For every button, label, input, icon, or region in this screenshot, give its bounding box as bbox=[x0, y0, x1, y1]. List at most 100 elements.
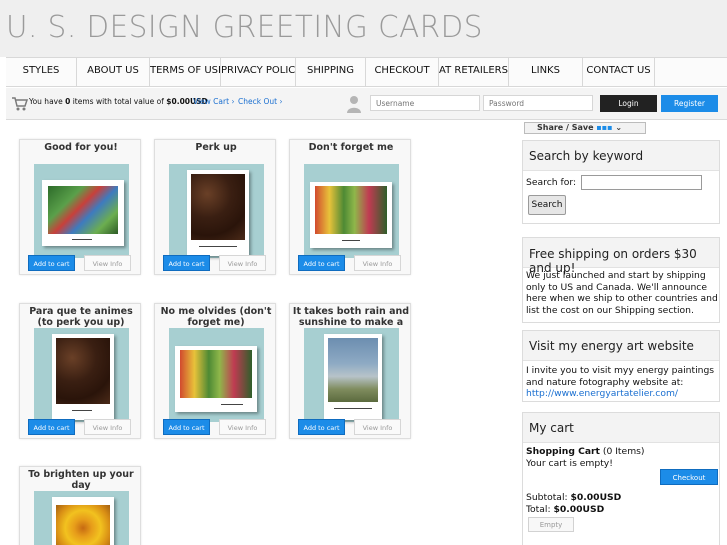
nav-item-shipping[interactable]: SHIPPING bbox=[296, 58, 366, 86]
cart-summary-mid: items with total value of bbox=[72, 97, 164, 106]
nav-item-at-retailers[interactable]: AT RETAILERS bbox=[439, 58, 509, 86]
view-info-button[interactable]: View Info bbox=[219, 419, 266, 435]
add-to-cart-button[interactable]: Add to cart bbox=[28, 255, 75, 271]
add-to-cart-button[interactable]: Add to cart bbox=[28, 419, 75, 435]
shopping-cart-heading: Shopping Cart bbox=[526, 446, 600, 457]
sunflower-image bbox=[56, 505, 110, 545]
nav-item-links[interactable]: LINKS bbox=[509, 58, 583, 86]
card-caption bbox=[342, 240, 360, 241]
product-title[interactable]: No me olvides (don't forget me) bbox=[157, 306, 275, 328]
product-title[interactable]: To brighten up your day bbox=[22, 469, 140, 491]
login-button[interactable]: Login bbox=[600, 95, 657, 112]
nav-item-checkout[interactable]: CHECKOUT bbox=[366, 58, 439, 86]
share-save-label: Share / Save bbox=[537, 123, 594, 132]
product-title[interactable]: Para que te animes (to perk you up) bbox=[22, 306, 140, 328]
product-card: Para que te animes (to perk you up) Add … bbox=[19, 303, 141, 439]
cart-items-count: (0 Items) bbox=[602, 446, 645, 457]
add-to-cart-button[interactable]: Add to cart bbox=[163, 419, 210, 435]
view-info-button[interactable]: View Info bbox=[354, 419, 401, 435]
energy-body: I invite you to visit myy energy paintin… bbox=[526, 365, 715, 388]
rainbow-image bbox=[328, 338, 378, 402]
check-out-label: Check Out bbox=[238, 97, 278, 106]
nav-item-about-us[interactable]: ABOUT US bbox=[77, 58, 150, 86]
widget-title: My cart bbox=[529, 421, 574, 435]
nav-item-terms-of-use[interactable]: TERMS OF USE bbox=[150, 58, 221, 86]
energy-text: I invite you to visit myy energy paintin… bbox=[526, 365, 718, 400]
cart-empty-message: Your cart is empty! bbox=[526, 458, 613, 469]
energy-widget: Visit my energy art website I invite you… bbox=[522, 330, 720, 402]
social-icons: ▪▪▪ bbox=[596, 123, 613, 132]
empty-cart-button[interactable]: Empty bbox=[528, 517, 574, 532]
product-title[interactable]: Perk up bbox=[157, 142, 275, 164]
product-card: No me olvides (don't forget me) Add to c… bbox=[154, 303, 276, 439]
widget-header: Free shipping on orders $30 and up! bbox=[523, 238, 719, 275]
energy-link[interactable]: http://www.energyartatelier.com/ bbox=[526, 388, 678, 399]
product-card: Don't forget me Add to cart View Info bbox=[289, 139, 411, 275]
market-flowers-photo[interactable] bbox=[304, 164, 399, 258]
flowers-photo[interactable] bbox=[34, 164, 129, 258]
product-card: To brighten up your day bbox=[19, 466, 141, 545]
add-to-cart-button[interactable]: Add to cart bbox=[298, 419, 345, 435]
search-label: Search for: bbox=[526, 177, 577, 188]
total-row: Total: $0.00USD bbox=[526, 504, 604, 516]
cart-heading: Shopping Cart (0 Items) bbox=[526, 446, 645, 458]
check-out-link[interactable]: Check Out › bbox=[238, 97, 282, 106]
nav-item-privacy-policy[interactable]: PRIVACY POLICY bbox=[221, 58, 296, 86]
product-card: Perk up Add to cart View Info bbox=[154, 139, 276, 275]
rainbow-photo[interactable] bbox=[304, 328, 399, 422]
shopping-cart-icon bbox=[12, 97, 28, 111]
product-title[interactable]: It takes both rain and sunshine to make … bbox=[292, 306, 410, 328]
nav-item-contact-us[interactable]: CONTACT US bbox=[583, 58, 655, 86]
coffee-beans-photo[interactable] bbox=[34, 328, 129, 422]
view-info-button[interactable]: View Info bbox=[84, 255, 131, 271]
search-input[interactable] bbox=[581, 175, 702, 190]
product-card: Good for you! Add to cart View Info bbox=[19, 139, 141, 275]
search-button[interactable]: Search bbox=[528, 195, 566, 215]
username-input[interactable] bbox=[370, 95, 480, 111]
card-caption bbox=[72, 410, 92, 411]
share-save-button[interactable]: Share / Save ▪▪▪ ⌄ bbox=[524, 122, 646, 134]
widget-title: Visit my energy art website bbox=[529, 339, 694, 353]
user-icon bbox=[347, 96, 361, 113]
chevron-down-icon: ⌄ bbox=[615, 123, 623, 132]
product-title[interactable]: Don't forget me bbox=[292, 142, 410, 164]
card-caption bbox=[72, 239, 92, 240]
password-input[interactable] bbox=[483, 95, 593, 111]
widget-header: Visit my energy art website bbox=[523, 331, 719, 361]
view-info-button[interactable]: View Info bbox=[219, 255, 266, 271]
widget-header: Search by keyword bbox=[523, 141, 719, 171]
nav-item-styles[interactable]: STYLES bbox=[6, 58, 77, 86]
register-button[interactable]: Register bbox=[661, 95, 718, 112]
widget-title: Search by keyword bbox=[529, 149, 644, 163]
cart-item-count: 0 bbox=[65, 97, 71, 106]
site-title[interactable]: U. S. DESIGN GREETING CARDS bbox=[6, 10, 483, 45]
coffee-beans-photo[interactable] bbox=[169, 164, 264, 258]
add-to-cart-button[interactable]: Add to cart bbox=[163, 255, 210, 271]
subtotal-row: Subtotal: $0.00USD bbox=[526, 492, 621, 504]
cart-bar: You have 0 items with total value of $0.… bbox=[6, 88, 727, 120]
market-image bbox=[315, 186, 387, 234]
card-caption bbox=[334, 408, 372, 409]
market-image bbox=[180, 350, 252, 398]
widget-header: My cart bbox=[523, 413, 719, 443]
add-to-cart-button[interactable]: Add to cart bbox=[298, 255, 345, 271]
product-card: It takes both rain and sunshine to make … bbox=[289, 303, 411, 439]
shipping-widget: Free shipping on orders $30 and up! We j… bbox=[522, 237, 720, 323]
view-info-button[interactable]: View Info bbox=[84, 419, 131, 435]
subtotal-label: Subtotal: bbox=[526, 492, 568, 503]
product-title[interactable]: Good for you! bbox=[22, 142, 140, 164]
view-cart-link[interactable]: View Cart › bbox=[193, 97, 234, 106]
view-info-button[interactable]: View Info bbox=[354, 255, 401, 271]
cart-summary: You have 0 items with total value of $0.… bbox=[29, 97, 208, 106]
chevron-right-icon: › bbox=[279, 97, 283, 106]
sunflower-photo[interactable] bbox=[34, 491, 129, 545]
shipping-text: We just launched and start by shipping o… bbox=[526, 270, 718, 316]
main-nav: STYLES ABOUT US TERMS OF USE PRIVACY POL… bbox=[6, 57, 727, 87]
coffee-image bbox=[56, 338, 110, 404]
cart-summary-prefix: You have bbox=[29, 97, 63, 106]
market-flowers-photo[interactable] bbox=[169, 328, 264, 422]
checkout-button[interactable]: Checkout bbox=[660, 469, 718, 485]
view-cart-label: View Cart bbox=[193, 97, 230, 106]
site-header: U. S. DESIGN GREETING CARDS bbox=[0, 0, 727, 57]
coffee-image bbox=[191, 174, 245, 240]
